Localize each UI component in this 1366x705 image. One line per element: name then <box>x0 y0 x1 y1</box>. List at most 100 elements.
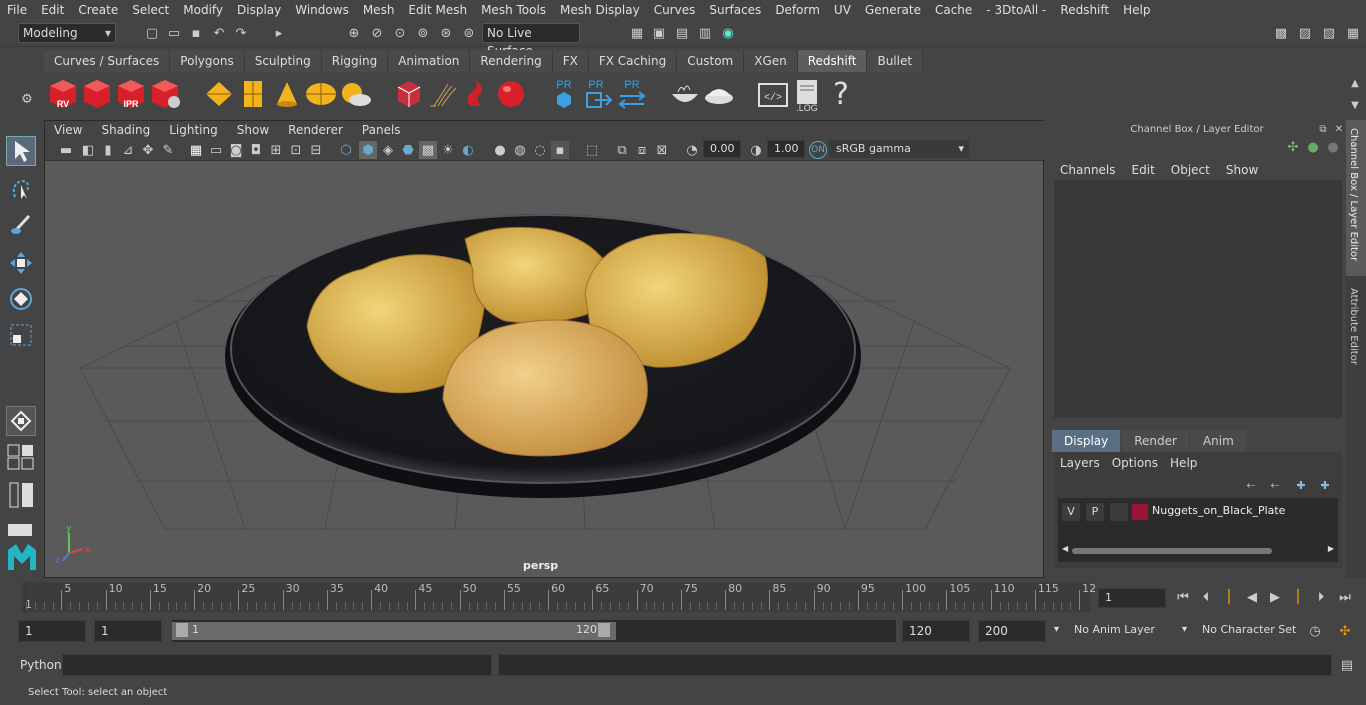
ambient-occlusion-icon[interactable]: ◐ <box>459 141 477 159</box>
viewport-menu-show[interactable]: Show <box>228 121 279 139</box>
animation-prefs-icon[interactable]: ✣ <box>1336 622 1354 640</box>
range-bar[interactable]: 1 120 <box>172 620 896 642</box>
tab-channel-box[interactable]: Channel Box / Layer Editor <box>1346 120 1366 276</box>
layer-menu-options[interactable]: Options <box>1106 454 1164 472</box>
status-dot-2-icon[interactable]: ● <box>1324 138 1342 156</box>
gamma-field[interactable]: 1.00 <box>767 140 805 158</box>
tab-fx-caching[interactable]: FX Caching <box>588 50 678 72</box>
anim-layer-select[interactable]: ▾ No Anim Layer <box>1052 620 1174 642</box>
smooth-shade-icon[interactable]: ⬢ <box>359 141 377 159</box>
render-options-icon[interactable] <box>148 76 182 112</box>
render-frame-icon[interactable]: ▣ <box>650 24 668 42</box>
scroll-left-icon[interactable]: ◀ <box>1062 544 1068 553</box>
menu-deform[interactable]: Deform <box>768 0 827 20</box>
light-object-icon[interactable] <box>202 76 236 112</box>
settings-icon[interactable]: ▦ <box>1344 24 1362 42</box>
channel-menu-object[interactable]: Object <box>1163 160 1218 180</box>
xray-components-icon[interactable]: ⧈ <box>633 141 651 159</box>
layout-two-icon[interactable] <box>6 480 36 510</box>
light-spot-icon[interactable] <box>270 76 304 112</box>
tab-bullet[interactable]: Bullet <box>867 50 924 72</box>
tab-attribute-editor[interactable]: Attribute Editor <box>1346 280 1366 380</box>
redo-icon[interactable]: ↷ <box>232 24 250 42</box>
layer-tab-render[interactable]: Render <box>1122 430 1189 452</box>
anti-alias-icon[interactable]: ◍ <box>511 141 529 159</box>
snap-surface-icon[interactable]: ⊛ <box>437 24 455 42</box>
tab-rigging[interactable]: Rigging <box>321 50 389 72</box>
range-start-handle[interactable] <box>176 623 188 637</box>
viewport-menu-panels[interactable]: Panels <box>353 121 411 139</box>
snap-point-icon[interactable]: ⊙ <box>391 24 409 42</box>
pr-export-icon[interactable]: PR <box>581 76 615 112</box>
layer-playback-toggle[interactable]: P <box>1086 503 1104 521</box>
go-to-end-icon[interactable]: ⏭ <box>1336 588 1354 606</box>
menu-select[interactable]: Select <box>125 0 176 20</box>
menu-display[interactable]: Display <box>230 0 288 20</box>
playback-start-field[interactable]: 1 <box>94 620 162 642</box>
live-surface-field[interactable]: No Live Surface <box>482 23 580 58</box>
scale-tool-icon[interactable] <box>6 320 36 350</box>
last-tool-icon[interactable] <box>6 406 36 436</box>
menu-windows[interactable]: Windows <box>288 0 356 20</box>
xray-icon[interactable]: ⬚ <box>583 141 601 159</box>
safe-action-icon[interactable]: ⊡ <box>287 141 305 159</box>
grid-icon[interactable]: ▦ <box>187 141 205 159</box>
menu-uv[interactable]: UV <box>827 0 858 20</box>
tab-animation[interactable]: Animation <box>388 50 471 72</box>
volume-icon[interactable] <box>460 76 494 112</box>
time-ruler[interactable]: 1 5 10 15 20 25 30 35 40 45 50 55 60 65 70 75 80 85 90 95 1… <box>22 582 1096 612</box>
workspace-icon[interactable]: ▩ <box>1272 24 1290 42</box>
shelf-scroll-up-icon[interactable]: ▲ <box>1346 74 1364 92</box>
textured-icon[interactable]: ⬣ <box>399 141 417 159</box>
frame-icon[interactable]: ⊠ <box>653 141 671 159</box>
snap-view-icon[interactable]: ⊚ <box>414 24 432 42</box>
viewport-menu-renderer[interactable]: Renderer <box>279 121 353 139</box>
layer-scroll-thumb[interactable] <box>1072 548 1272 554</box>
field-chart-icon[interactable]: ⊞ <box>267 141 285 159</box>
shelf-scroll-down-icon[interactable]: ▼ <box>1346 96 1364 114</box>
select-mode-icon[interactable]: ▸ <box>270 24 288 42</box>
layout-icon[interactable]: ▨ <box>1296 24 1314 42</box>
layer-tab-display[interactable]: Display <box>1052 430 1121 452</box>
panel-layout-icon[interactable]: ▧ <box>1320 24 1338 42</box>
paint-tool-icon[interactable] <box>6 210 36 240</box>
move-tool-icon[interactable] <box>6 248 36 278</box>
tab-xgen[interactable]: XGen <box>744 50 798 72</box>
command-input[interactable] <box>62 654 492 676</box>
exposure-field[interactable]: 0.00 <box>703 140 741 158</box>
light-dome-icon[interactable] <box>304 76 338 112</box>
menu-generate[interactable]: Generate <box>858 0 928 20</box>
layer-tab-anim[interactable]: Anim <box>1190 430 1246 452</box>
resolution-gate-icon[interactable]: ◙ <box>227 141 245 159</box>
grease-pencil-icon[interactable]: ✎ <box>159 141 177 159</box>
current-frame-field[interactable]: 1 <box>1098 588 1166 608</box>
safe-title-icon[interactable]: ⊟ <box>307 141 325 159</box>
workspace-selector[interactable]: Modeling ▾ <box>18 23 116 43</box>
menu-surfaces[interactable]: Surfaces <box>702 0 768 20</box>
menu-create[interactable]: Create <box>71 0 125 20</box>
render-view-icon[interactable]: ▥ <box>696 24 714 42</box>
move-layer-up-icon[interactable]: ⇠ <box>1242 476 1260 494</box>
menu-3dtoall[interactable]: - 3DtoAll - <box>979 0 1053 20</box>
motion-blur-icon[interactable]: ● <box>491 141 509 159</box>
layer-type-toggle[interactable] <box>1110 503 1128 521</box>
menu-mesh-display[interactable]: Mesh Display <box>553 0 647 20</box>
status-dot-icon[interactable]: ● <box>1304 138 1322 156</box>
time-slider[interactable]: 1 5 10 15 20 25 30 35 40 45 50 55 60 65 70 75 80 85 90 95 1… <box>0 580 1366 614</box>
snap-live-icon[interactable]: ⊜ <box>460 24 478 42</box>
2d-pan-icon[interactable]: ✥ <box>139 141 157 159</box>
select-tool-icon[interactable] <box>6 136 36 166</box>
channel-menu-show[interactable]: Show <box>1218 160 1266 180</box>
play-backwards-icon[interactable]: ◀ <box>1243 588 1261 606</box>
layer-scrollbar[interactable]: ◀ ▶ <box>1062 544 1334 556</box>
log-file-icon[interactable]: .LOG <box>790 76 824 112</box>
depth-of-field-icon[interactable]: ◌ <box>531 141 549 159</box>
channel-menu-edit[interactable]: Edit <box>1124 160 1163 180</box>
undo-icon[interactable]: ↶ <box>210 24 228 42</box>
hypershade-icon[interactable]: ◉ <box>719 24 737 42</box>
snap-curve-icon[interactable]: ⊘ <box>368 24 386 42</box>
gear-icon[interactable]: ⚙ <box>18 90 36 108</box>
sphere-icon[interactable] <box>494 76 528 112</box>
go-to-start-icon[interactable]: ⏮ <box>1174 588 1192 606</box>
open-scene-icon[interactable]: ▭ <box>165 24 183 42</box>
